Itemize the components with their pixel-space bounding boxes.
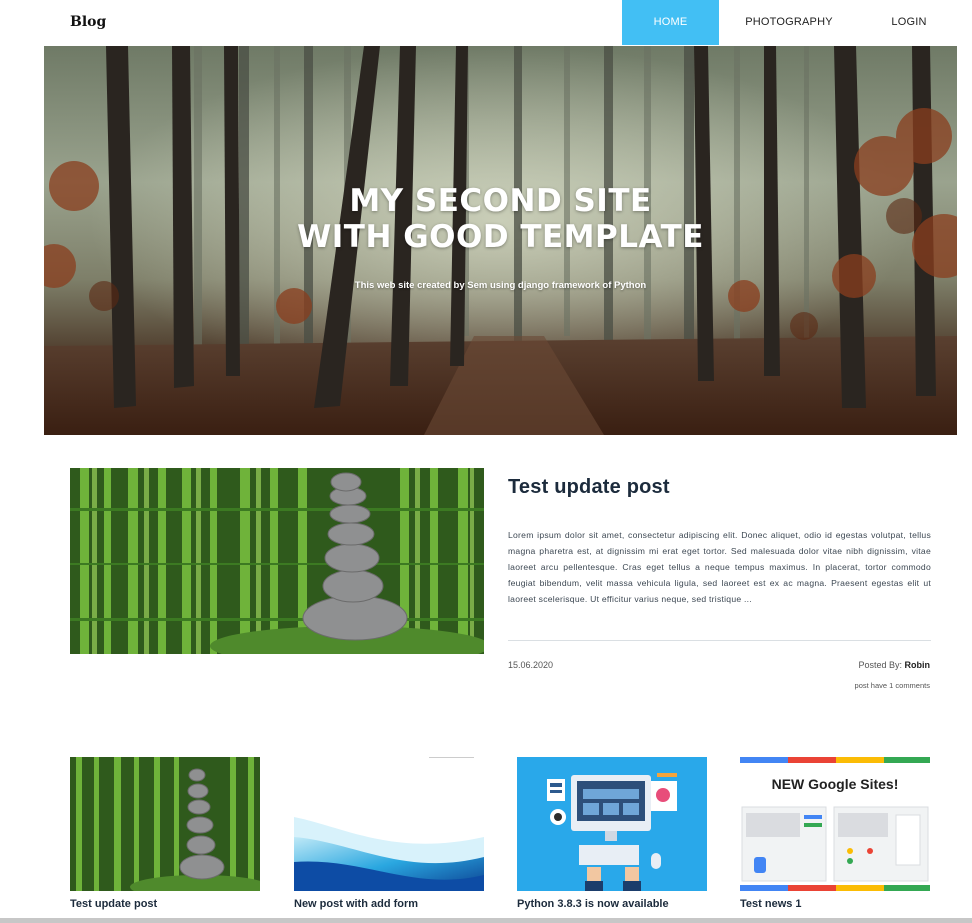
- featured-post-author: Posted By: Robin: [858, 660, 930, 670]
- featured-post-image[interactable]: [70, 468, 484, 654]
- hero-banner: MY SECOND SITE WITH GOOD TEMPLATE This w…: [44, 46, 957, 435]
- posted-by-label: Posted By:: [858, 660, 902, 670]
- post-card-image[interactable]: [70, 757, 260, 891]
- brand-logo-link[interactable]: Blog: [70, 14, 106, 30]
- post-card-title[interactable]: Test update post: [70, 898, 260, 910]
- featured-post-comment-count: post have 1 comments: [854, 681, 930, 690]
- google-sites-heading: NEW Google Sites!: [772, 776, 899, 792]
- post-card[interactable]: Python 3.8.3 is now available: [517, 757, 707, 910]
- post-card[interactable]: New post with add form: [294, 757, 484, 910]
- featured-post-date: 15.06.2020: [508, 660, 554, 670]
- blue-wave-thumbnail: [294, 757, 484, 891]
- horizontal-scrollbar[interactable]: [0, 918, 972, 923]
- hero-title: MY SECOND SITE WITH GOOD TEMPLATE: [44, 183, 957, 255]
- google-sites-thumbnail: NEW Google Sites!: [740, 757, 930, 891]
- bamboo-stones-image: [70, 468, 484, 654]
- post-card-image[interactable]: [517, 757, 707, 891]
- featured-post-excerpt: Lorem ipsum dolor sit amet, consectetur …: [508, 530, 931, 604]
- author-name: Robin: [904, 660, 931, 670]
- post-card-title[interactable]: New post with add form: [294, 898, 484, 910]
- divider: [508, 640, 931, 641]
- desktop-illustration-thumbnail: [517, 757, 707, 891]
- post-card[interactable]: Test update post: [70, 757, 260, 910]
- featured-post-title[interactable]: Test update post: [508, 476, 670, 499]
- bamboo-stones-thumbnail: [70, 757, 260, 891]
- top-nav: Blog HOME PHOTOGRAPHY LOGIN: [0, 0, 972, 45]
- post-card-image[interactable]: NEW Google Sites!: [740, 757, 930, 891]
- post-card[interactable]: NEW Google Sites! Test news 1: [740, 757, 930, 910]
- hero-title-line-2: WITH GOOD TEMPLATE: [297, 219, 704, 255]
- post-card-title[interactable]: Python 3.8.3 is now available: [517, 898, 707, 910]
- hero-subtitle: This web site created by Sem using djang…: [354, 280, 647, 291]
- hero-title-line-1: MY SECOND SITE: [349, 183, 652, 219]
- nav-item-photography[interactable]: PHOTOGRAPHY: [726, 0, 852, 45]
- nav-item-home[interactable]: HOME: [622, 0, 719, 45]
- post-card-image[interactable]: [294, 757, 484, 891]
- post-card-title[interactable]: Test news 1: [740, 898, 930, 910]
- nav-item-login[interactable]: LOGIN: [880, 0, 938, 45]
